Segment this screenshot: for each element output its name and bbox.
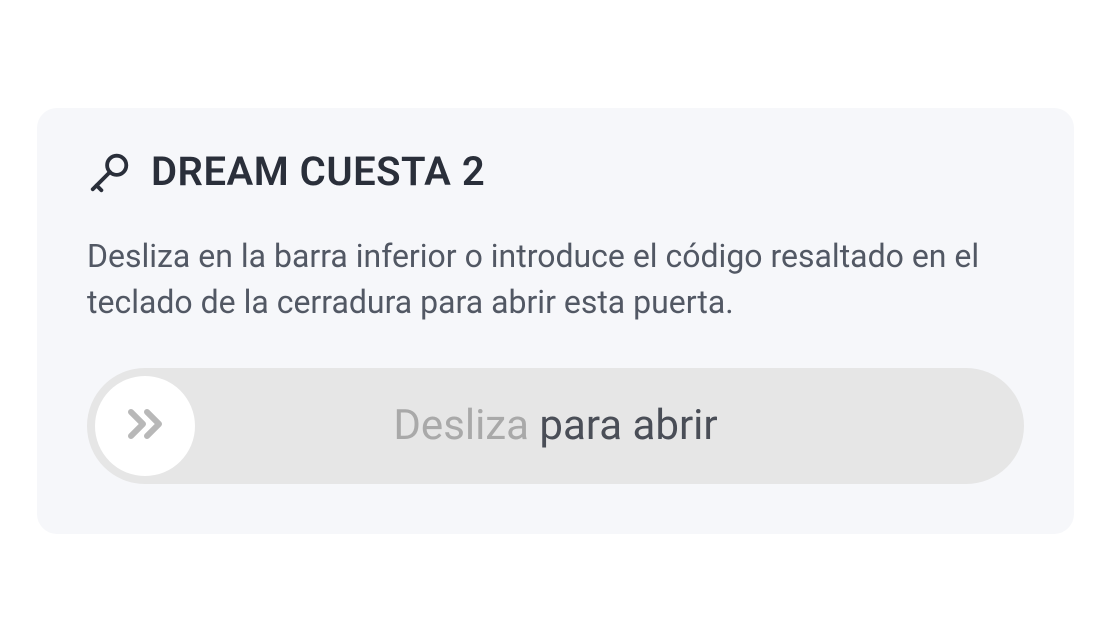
slider-label-light: Desliza (393, 401, 529, 450)
slider-thumb[interactable] (95, 376, 195, 476)
title-row: DREAM CUESTA 2 (87, 148, 1024, 195)
lock-title: DREAM CUESTA 2 (151, 148, 485, 195)
slider-label: Desliza para abrir (87, 401, 1024, 450)
slider-label-dark: para abrir (529, 401, 718, 450)
chevron-double-right-icon (121, 400, 169, 452)
lock-card: DREAM CUESTA 2 Desliza en la barra infer… (37, 108, 1074, 534)
slide-to-open[interactable]: Desliza para abrir (87, 368, 1024, 484)
key-icon (87, 149, 133, 195)
instruction-text: Desliza en la barra inferior o introduce… (87, 233, 1024, 326)
